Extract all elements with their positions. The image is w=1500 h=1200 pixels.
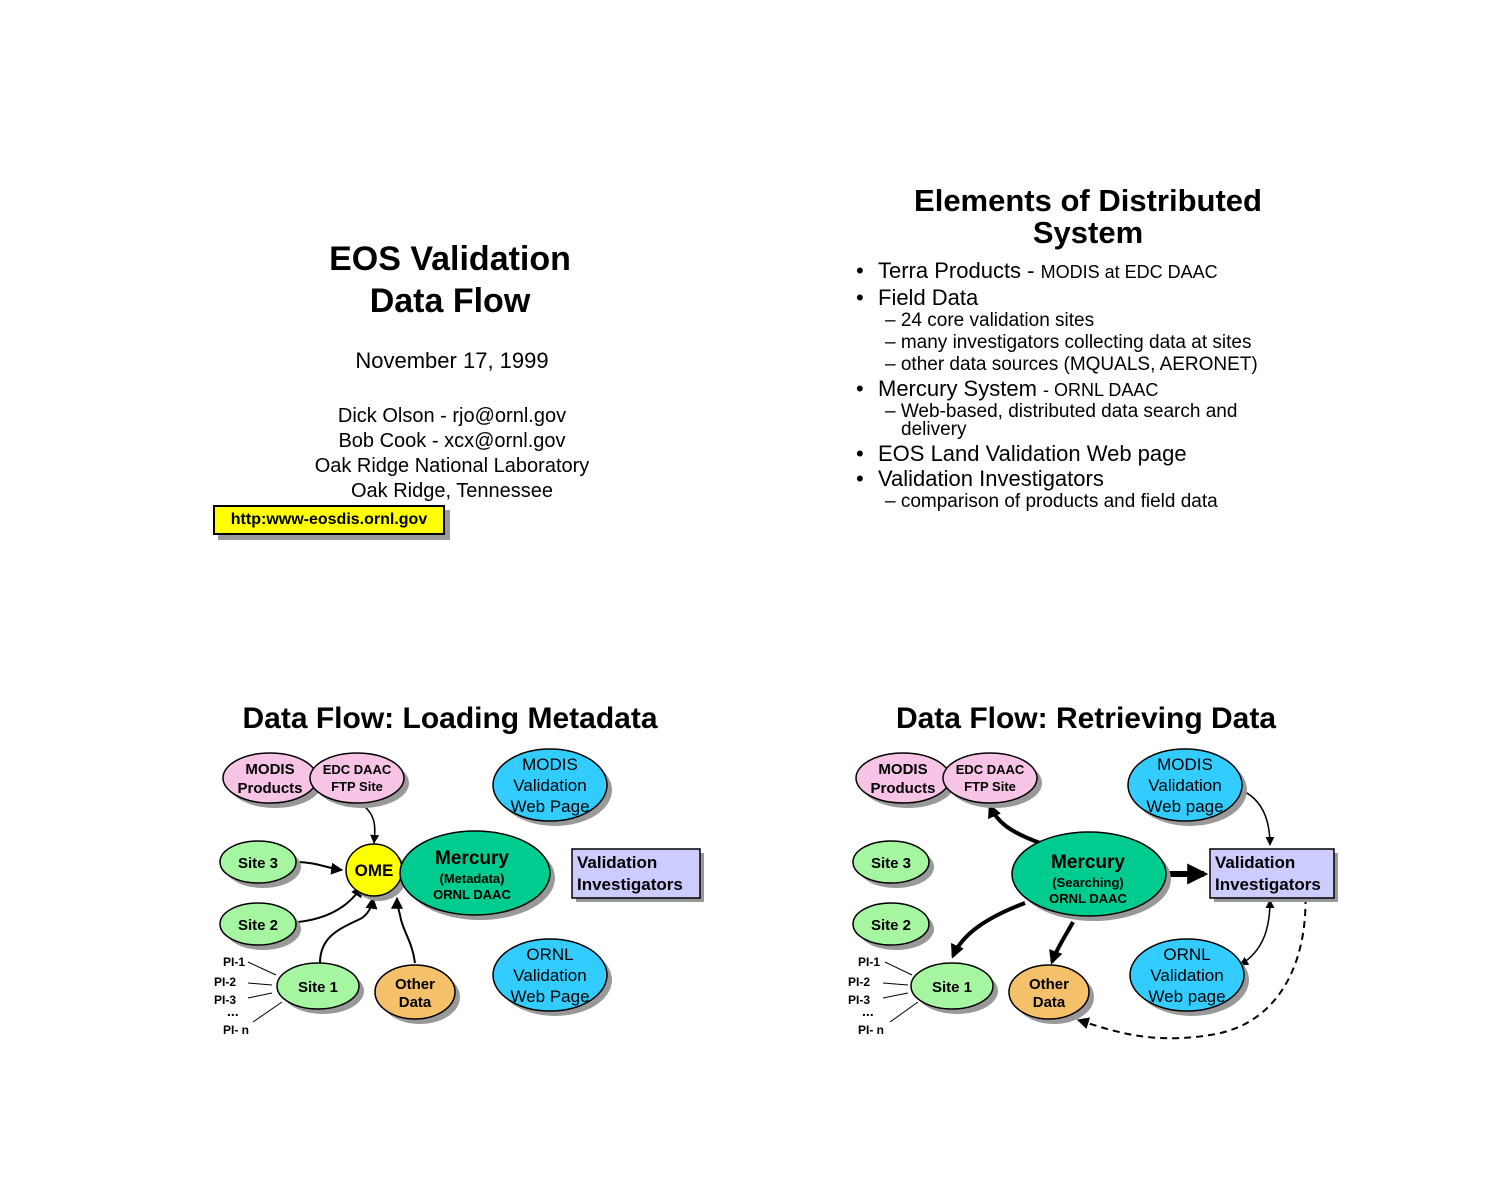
validation-label-2: Investigators <box>577 875 683 894</box>
modis-web-label-1: MODIS <box>522 755 578 774</box>
edc-daac-label-2: FTP Site <box>331 779 383 794</box>
pi-label-2: PI-2 <box>214 975 236 989</box>
ornl-web-4-label-2: Validation <box>1150 966 1223 985</box>
modis-products-label-2: Products <box>237 780 302 797</box>
edc-daac-node-4 <box>942 752 1038 804</box>
mercury-to-site1-arrow <box>950 901 1026 959</box>
modis-products-label-1: MODIS <box>245 761 294 778</box>
site3-to-ome-arrow <box>295 861 344 875</box>
other-data-4-label-1: Other <box>1029 976 1069 993</box>
ornl-web-4-label-3: Web page <box>1148 987 1225 1006</box>
pi-label-dots: ... <box>227 1003 239 1019</box>
slide3-diagram: MODIS Products EDC DAAC FTP Site MODIS V… <box>214 748 704 1037</box>
edc-daac-4-label-1: EDC DAAC <box>956 762 1025 777</box>
validation-4-label-1: Validation <box>1215 853 1295 872</box>
pi-lines <box>247 961 283 1023</box>
mercury-to-edc-arrow <box>988 803 1041 845</box>
mercury-4-label: Mercury <box>1051 852 1125 873</box>
modis-web-4-label-3: Web page <box>1146 797 1223 816</box>
ornl-web-validation-arrow <box>1239 899 1275 966</box>
other-data-label-2: Data <box>399 994 432 1011</box>
edc-daac-label-1: EDC DAAC <box>323 762 392 777</box>
modis-web-label-2: Validation <box>513 776 586 795</box>
ornl-web-label-2: Validation <box>513 966 586 985</box>
mercury-to-other-arrow <box>1049 921 1075 965</box>
validation-label-1: Validation <box>577 853 657 872</box>
modis-web-4-label-1: MODIS <box>1157 755 1213 774</box>
site2-label: Site 2 <box>238 917 278 934</box>
site3-4-label: Site 3 <box>871 855 911 872</box>
other-data-4-label-2: Data <box>1033 994 1066 1011</box>
ornl-web-label-3: Web Page <box>510 987 589 1006</box>
ornl-web-4-label-1: ORNL <box>1163 945 1210 964</box>
site1-label: Site 1 <box>298 979 338 996</box>
slide4-diagram: MODIS Products EDC DAAC FTP Site MODIS V… <box>848 748 1338 1040</box>
pi4-label-n: PI- n <box>858 1023 884 1037</box>
site2-to-ome-arrow <box>297 884 363 923</box>
edc-daac-4-label-2: FTP Site <box>964 779 1016 794</box>
pi-label-n: PI- n <box>223 1023 249 1037</box>
ornl-web-label-1: ORNL <box>526 945 573 964</box>
other-data-label-1: Other <box>395 976 435 993</box>
edc-daac-node <box>309 752 405 804</box>
ome-label: OME <box>355 861 394 880</box>
other-to-ome-arrow <box>391 896 416 964</box>
mercury-4-sub2: ORNL DAAC <box>1049 891 1127 906</box>
site1-to-ome-arrow <box>319 896 378 964</box>
edc-to-ome-arrow <box>359 802 380 844</box>
site3-label: Site 3 <box>238 855 278 872</box>
site2-4-label: Site 2 <box>871 917 911 934</box>
mercury-sub2: ORNL DAAC <box>433 887 511 902</box>
modis-web-4-label-2: Validation <box>1148 776 1221 795</box>
diagrams: MODIS Products EDC DAAC FTP Site MODIS V… <box>214 748 1338 1040</box>
modis-web-label-3: Web Page <box>510 797 589 816</box>
mercury-4-sub1: (Searching) <box>1052 875 1124 890</box>
pi4-label-2: PI-2 <box>848 975 870 989</box>
validation-4-label-2: Investigators <box>1215 875 1321 894</box>
modis-products-4-label-2: Products <box>870 780 935 797</box>
pi-label-1: PI-1 <box>223 955 245 969</box>
pi4-label-1: PI-1 <box>858 955 880 969</box>
modis-products-4-label-1: MODIS <box>878 761 927 778</box>
mercury-label: Mercury <box>435 848 509 869</box>
site1-4-label: Site 1 <box>932 979 972 996</box>
pi4-label-dots: ... <box>862 1003 874 1019</box>
mercury-sub1: (Metadata) <box>439 871 504 886</box>
